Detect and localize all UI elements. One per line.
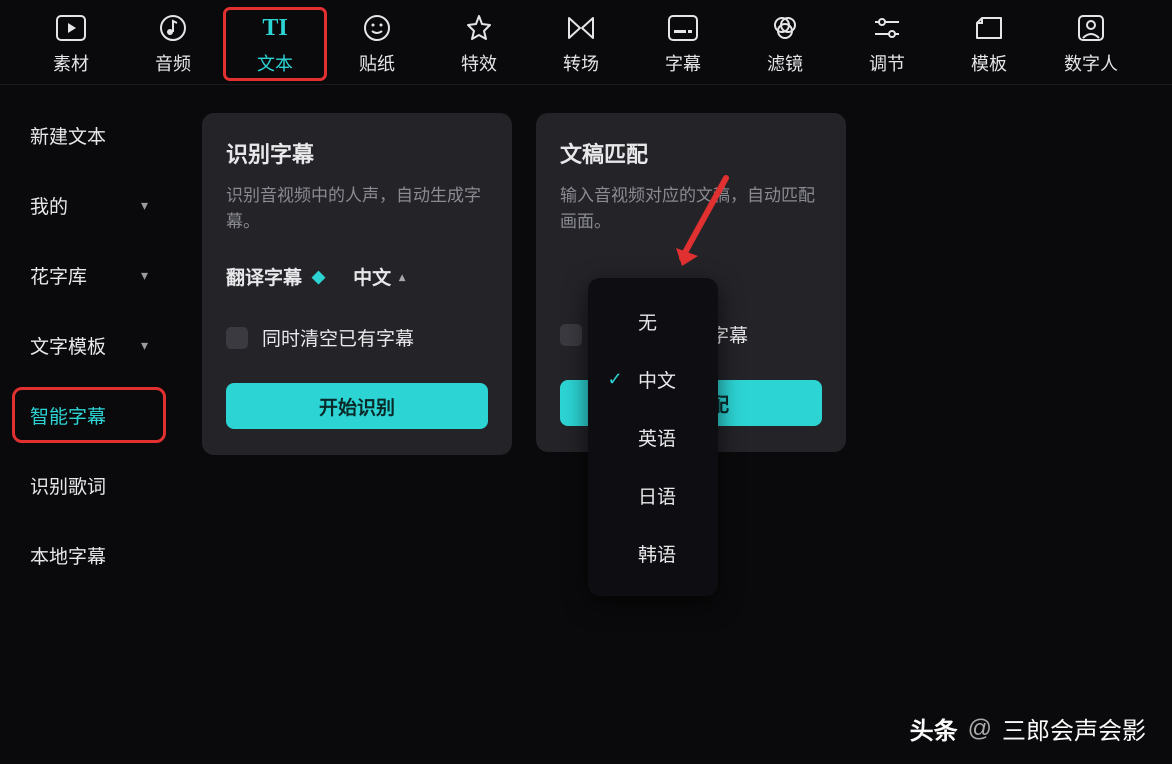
card-description: 识别音视频中的人声，自动生成字幕。 [226,183,488,239]
sidebar-mine[interactable]: 我的 ▾ [14,179,164,231]
dropdown-option-chinese[interactable]: ✓ 中文 [588,350,718,408]
chevron-down-icon: ▾ [141,267,148,284]
nav-material[interactable]: 素材 [20,8,122,80]
checkbox-label: 同时清空已有字幕 [262,324,414,351]
nav-label: 模板 [971,50,1007,76]
nav-effect[interactable]: 特效 [428,8,530,80]
sidebar-fancy-text[interactable]: 花字库 ▾ [14,249,164,301]
watermark-author: 三郎会声会影 [1002,711,1146,746]
card-title: 文稿匹配 [560,137,822,169]
nav-label: 转场 [563,50,599,76]
vip-diamond-icon: ◆ [312,267,325,287]
effect-icon [465,12,493,44]
nav-label: 数字人 [1064,50,1118,76]
chevron-up-icon: ▴ [399,270,405,284]
nav-label: 滤镜 [767,50,803,76]
card-description: 输入音视频对应的文稿，自动匹配画面。 [560,183,822,239]
transition-icon [566,12,596,44]
sidebar-smart-subtitle[interactable]: 智能字幕 [14,389,164,441]
sidebar-local-subtitle[interactable]: 本地字幕 [14,529,164,581]
watermark-brand: 头条 [910,711,958,746]
nav-transition[interactable]: 转场 [530,8,632,80]
language-select[interactable]: 中文 ▴ [353,263,405,290]
sidebar-item-label: 本地字幕 [30,542,106,569]
subtitle-icon [668,12,698,44]
nav-adjust[interactable]: 调节 [836,8,938,80]
nav-label: 音频 [155,50,191,76]
dropdown-option-korean[interactable]: 韩语 [588,524,718,582]
sidebar-item-label: 我的 [30,192,68,219]
sidebar-item-label: 花字库 [30,262,87,289]
nav-template[interactable]: 模板 [938,8,1040,80]
checkbox[interactable] [560,324,582,346]
top-nav: 素材 音频 TI 文本 贴纸 特效 转场 字幕 [0,0,1172,85]
sidebar: 新建文本 我的 ▾ 花字库 ▾ 文字模板 ▾ 智能字幕 识别歌词 本地字幕 [0,85,178,764]
recognize-subtitle-card: 识别字幕 识别音视频中的人声，自动生成字幕。 翻译字幕 ◆ 中文 ▴ 同时清空已… [202,113,512,455]
translate-row: 翻译字幕 ◆ 中文 ▴ [226,263,488,290]
dropdown-option-none[interactable]: 无 [588,292,718,350]
option-label: 韩语 [638,540,676,567]
chevron-down-icon: ▾ [141,197,148,214]
nav-label: 字幕 [665,50,701,76]
sidebar-item-label: 识别歌词 [30,472,106,499]
language-dropdown: 无 ✓ 中文 英语 日语 韩语 [588,278,718,596]
clear-existing-row[interactable]: 同时清空已有字幕 [226,324,488,351]
sidebar-item-label: 新建文本 [30,122,106,149]
nav-label: 贴纸 [359,50,395,76]
nav-audio[interactable]: 音频 [122,8,224,80]
nav-avatar[interactable]: 数字人 [1040,8,1142,80]
play-icon [56,12,86,44]
translate-label: 翻译字幕 [226,263,302,290]
language-selected: 中文 [353,263,391,290]
at-symbol: @ [968,715,992,743]
adjust-icon [873,12,901,44]
checkbox[interactable] [226,327,248,349]
option-label: 英语 [638,424,676,451]
dropdown-option-english[interactable]: 英语 [588,408,718,466]
dropdown-option-japanese[interactable]: 日语 [588,466,718,524]
watermark: 头条 @ 三郎会声会影 [910,711,1146,746]
main-panel: 识别字幕 识别音视频中的人声，自动生成字幕。 翻译字幕 ◆ 中文 ▴ 同时清空已… [178,85,1172,764]
nav-sticker[interactable]: 贴纸 [326,8,428,80]
nav-label: 素材 [53,50,89,76]
sidebar-text-template[interactable]: 文字模板 ▾ [14,319,164,371]
card-title: 识别字幕 [226,137,488,169]
chevron-down-icon: ▾ [141,337,148,354]
nav-filter[interactable]: 滤镜 [734,8,836,80]
nav-subtitle[interactable]: 字幕 [632,8,734,80]
nav-label: 调节 [869,50,905,76]
sticker-icon [363,12,391,44]
music-icon [159,12,187,44]
nav-text[interactable]: TI 文本 [224,8,326,80]
sidebar-item-label: 文字模板 [30,332,106,359]
option-label: 中文 [638,366,676,393]
check-icon: ✓ [606,369,624,390]
sidebar-item-label: 智能字幕 [30,402,106,429]
text-icon: TI [262,12,287,44]
avatar-icon [1077,12,1105,44]
sidebar-new-text[interactable]: 新建文本 [14,109,164,161]
option-label: 日语 [638,482,676,509]
filter-icon [771,12,799,44]
option-label: 无 [638,308,657,335]
sidebar-recognize-lyrics[interactable]: 识别歌词 [14,459,164,511]
template-icon [974,12,1004,44]
start-recognize-button[interactable]: 开始识别 [226,383,488,429]
nav-label: 特效 [461,50,497,76]
nav-label: 文本 [257,50,293,76]
